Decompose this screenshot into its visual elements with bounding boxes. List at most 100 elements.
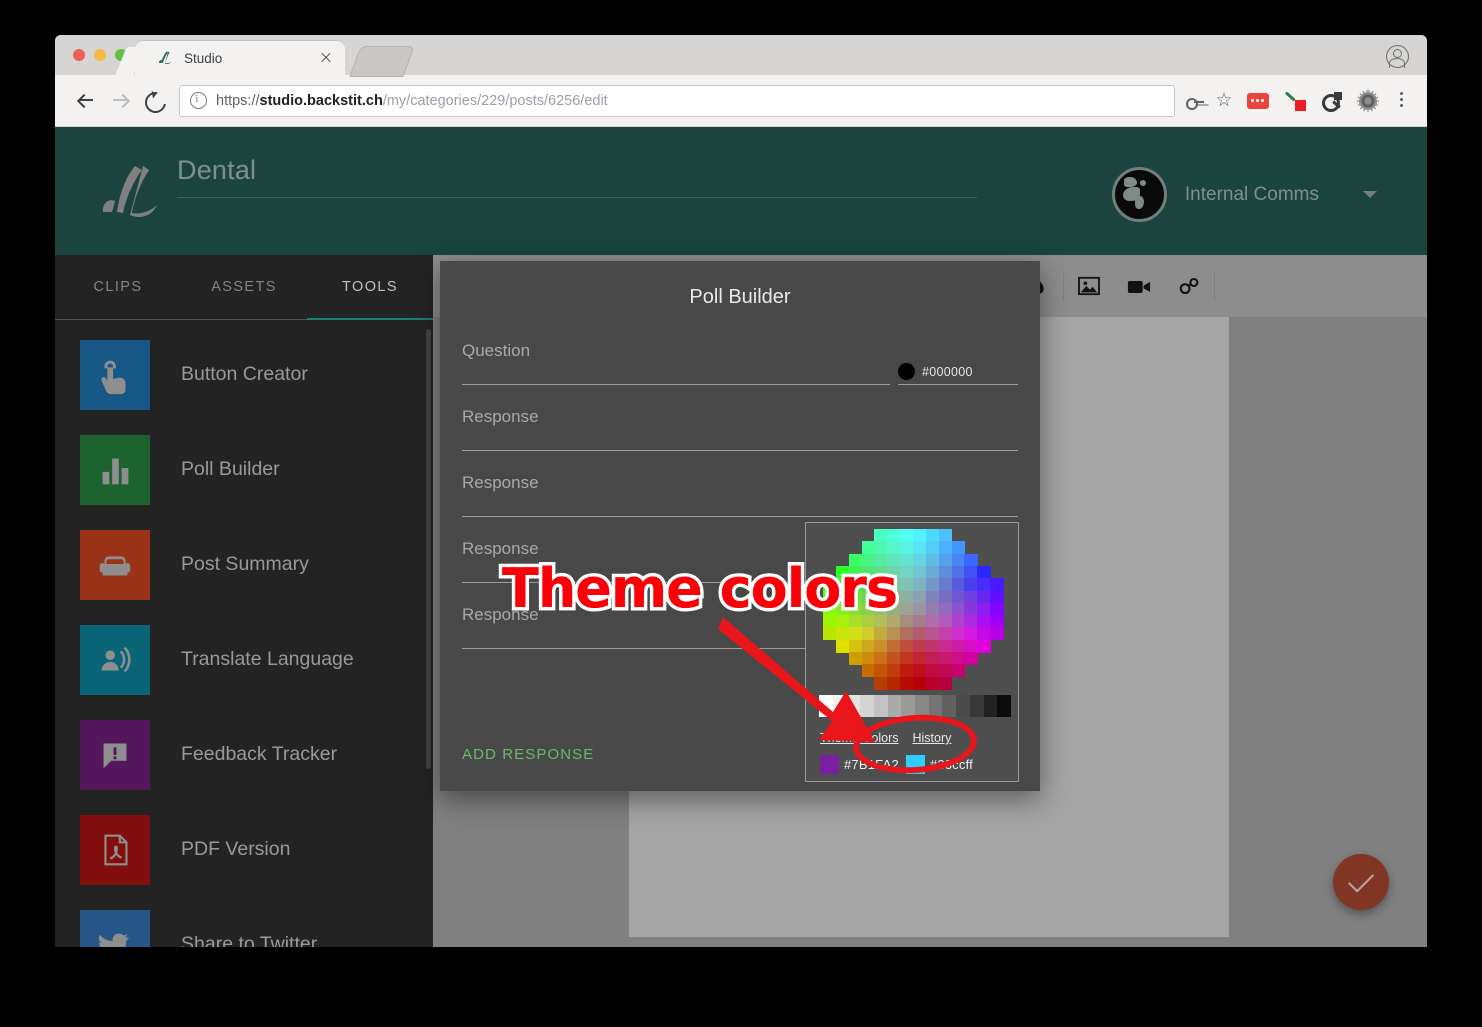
add-response-button[interactable]: ADD RESPONSE bbox=[462, 746, 594, 763]
color-wheel-cell[interactable] bbox=[913, 553, 927, 567]
password-key-icon[interactable] bbox=[1183, 89, 1207, 113]
color-wheel-cell[interactable] bbox=[913, 627, 927, 641]
address-bar[interactable]: https://studio.backstit.ch/my/categories… bbox=[179, 84, 1175, 117]
color-wheel-cell[interactable] bbox=[938, 652, 953, 665]
color-wheel-cell[interactable] bbox=[951, 602, 966, 616]
kebab-menu-icon[interactable] bbox=[1389, 88, 1413, 114]
color-swatch-control[interactable]: #000000 bbox=[898, 363, 1018, 385]
color-wheel-cell[interactable] bbox=[938, 590, 953, 604]
color-wheel-cell[interactable] bbox=[925, 627, 940, 641]
color-wheel-cell[interactable] bbox=[861, 541, 876, 555]
color-wheel-cell[interactable] bbox=[925, 639, 940, 653]
color-wheel-cell[interactable] bbox=[874, 541, 888, 555]
question-field[interactable]: Question #000000 bbox=[462, 333, 1018, 399]
color-wheel-cell[interactable] bbox=[990, 602, 1004, 616]
color-wheel-cell[interactable] bbox=[925, 541, 940, 555]
color-wheel-cell[interactable] bbox=[913, 676, 927, 690]
forward-button[interactable] bbox=[103, 84, 137, 118]
color-wheel-cell[interactable] bbox=[938, 541, 953, 555]
profile-avatar-icon[interactable] bbox=[1386, 45, 1409, 68]
color-wheel-cell[interactable] bbox=[925, 529, 940, 542]
color-wheel-cell[interactable] bbox=[977, 639, 991, 653]
color-wheel-cell[interactable] bbox=[887, 529, 901, 542]
color-wheel-cell[interactable] bbox=[964, 553, 978, 567]
color-wheel-cell[interactable] bbox=[913, 590, 927, 604]
new-tab-button[interactable] bbox=[349, 46, 415, 77]
gray-swatch[interactable] bbox=[983, 695, 998, 717]
gray-swatch[interactable] bbox=[997, 695, 1012, 717]
color-wheel-cell[interactable] bbox=[925, 590, 940, 604]
site-info-icon[interactable] bbox=[190, 92, 207, 109]
brush-extension-icon[interactable] bbox=[1283, 88, 1309, 114]
color-wheel-cell[interactable] bbox=[925, 652, 940, 665]
color-wheel-cell[interactable] bbox=[913, 652, 927, 665]
color-wheel-cell[interactable] bbox=[977, 627, 991, 641]
color-wheel-cell[interactable] bbox=[951, 627, 966, 641]
color-wheel-cell[interactable] bbox=[925, 553, 940, 567]
color-wheel-cell[interactable] bbox=[900, 553, 914, 567]
color-wheel-cell[interactable] bbox=[951, 553, 966, 567]
color-wheel-cell[interactable] bbox=[964, 602, 978, 616]
color-wheel-cell[interactable] bbox=[925, 602, 940, 616]
color-wheel-cell[interactable] bbox=[938, 615, 953, 629]
color-wheel-cell[interactable] bbox=[938, 676, 953, 690]
gear-extension-icon[interactable] bbox=[1355, 88, 1381, 114]
color-wheel-cell[interactable] bbox=[913, 578, 927, 592]
magnifier-extension-icon[interactable] bbox=[1319, 88, 1345, 114]
color-wheel-cell[interactable] bbox=[925, 664, 940, 678]
color-wheel-cell[interactable] bbox=[913, 602, 927, 616]
color-wheel-cell[interactable] bbox=[887, 541, 901, 555]
color-wheel-cell[interactable] bbox=[938, 529, 953, 542]
color-wheel-cell[interactable] bbox=[977, 602, 991, 616]
color-wheel-cell[interactable] bbox=[977, 565, 991, 579]
color-wheel-cell[interactable] bbox=[951, 664, 966, 678]
browser-tab[interactable]: Studio bbox=[135, 41, 345, 75]
color-wheel-cell[interactable] bbox=[990, 590, 1004, 604]
color-wheel-cell[interactable] bbox=[951, 541, 966, 555]
color-wheel-cell[interactable] bbox=[938, 578, 953, 592]
color-wheel-cell[interactable] bbox=[964, 615, 978, 629]
color-wheel-cell[interactable] bbox=[913, 541, 927, 555]
color-wheel-cell[interactable] bbox=[990, 578, 1004, 592]
color-wheel-cell[interactable] bbox=[938, 602, 953, 616]
close-window-button[interactable] bbox=[73, 49, 85, 61]
color-wheel-cell[interactable] bbox=[964, 565, 978, 579]
color-wheel-cell[interactable] bbox=[913, 565, 927, 579]
back-button[interactable] bbox=[69, 84, 103, 118]
reload-button[interactable] bbox=[137, 84, 171, 118]
color-wheel-cell[interactable] bbox=[951, 590, 966, 604]
color-wheel-cell[interactable] bbox=[900, 565, 914, 579]
red-dots-extension-icon[interactable] bbox=[1247, 88, 1273, 114]
color-wheel-cell[interactable] bbox=[977, 615, 991, 629]
color-wheel-cell[interactable] bbox=[964, 652, 978, 665]
color-wheel-cell[interactable] bbox=[900, 578, 914, 592]
close-tab-icon[interactable] bbox=[315, 47, 337, 69]
color-wheel-cell[interactable] bbox=[938, 639, 953, 653]
color-wheel-cell[interactable] bbox=[951, 565, 966, 579]
color-wheel-cell[interactable] bbox=[964, 627, 978, 641]
color-wheel-cell[interactable] bbox=[990, 615, 1004, 629]
color-wheel-cell[interactable] bbox=[925, 676, 940, 690]
color-wheel-cell[interactable] bbox=[913, 664, 927, 678]
color-wheel-cell[interactable] bbox=[951, 639, 966, 653]
color-wheel-cell[interactable] bbox=[913, 529, 927, 542]
minimize-window-button[interactable] bbox=[94, 49, 106, 61]
color-wheel-cell[interactable] bbox=[938, 664, 953, 678]
color-wheel-cell[interactable] bbox=[977, 578, 991, 592]
color-wheel-cell[interactable] bbox=[874, 529, 888, 542]
color-wheel-cell[interactable] bbox=[951, 578, 966, 592]
bookmark-star-icon[interactable]: ☆ bbox=[1211, 88, 1237, 114]
color-wheel-cell[interactable] bbox=[990, 627, 1004, 641]
color-wheel-cell[interactable] bbox=[925, 615, 940, 629]
color-wheel-cell[interactable] bbox=[951, 652, 966, 665]
color-wheel-cell[interactable] bbox=[977, 590, 991, 604]
color-wheel-cell[interactable] bbox=[913, 615, 927, 629]
gray-swatch[interactable] bbox=[942, 695, 957, 717]
color-wheel-cell[interactable] bbox=[900, 529, 914, 542]
color-wheel-cell[interactable] bbox=[900, 590, 914, 604]
gray-swatch[interactable] bbox=[928, 695, 943, 717]
color-wheel-cell[interactable] bbox=[938, 565, 953, 579]
gray-swatch[interactable] bbox=[956, 695, 970, 717]
window-traffic-lights[interactable] bbox=[73, 49, 127, 61]
color-wheel-cell[interactable] bbox=[938, 627, 953, 641]
